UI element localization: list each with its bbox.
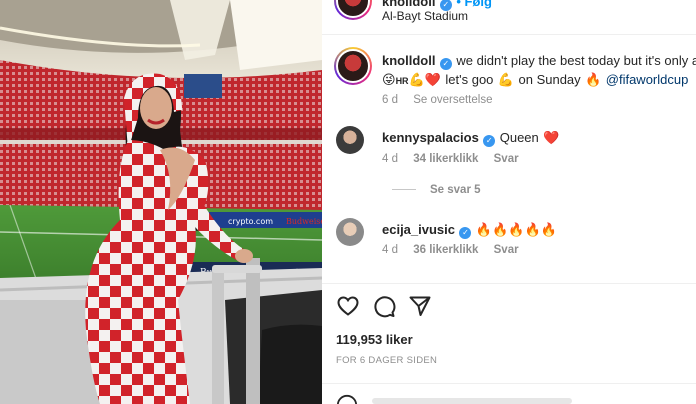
comment-line: kennyspalacios ✓ Queen ❤️ — [382, 129, 559, 147]
fire-emoji-icon: 🔥🔥🔥🔥🔥 — [475, 223, 557, 238]
comment-age: 4 d — [382, 153, 398, 165]
header-username[interactable]: knolldoll — [382, 0, 435, 9]
caption-line-2: 😜HR💪❤️ let's goo 💪 on Sunday 🔥 @fifaworl… — [382, 71, 688, 89]
share-icon[interactable] — [408, 294, 432, 318]
follow-button[interactable]: • Følg — [456, 0, 492, 9]
caption-meta: 6 d Se oversettelse — [382, 94, 492, 106]
view-replies-button[interactable]: Se svar 5 — [392, 184, 481, 196]
reply-button[interactable]: Svar — [494, 153, 519, 165]
caption-text: let's goo — [445, 72, 494, 87]
comment-likes[interactable]: 36 likerklikk — [413, 244, 478, 256]
commenter-avatar[interactable] — [336, 126, 364, 154]
mention-link[interactable]: @fifaworldcup — [606, 72, 689, 87]
comment-meta: 4 d 34 likerklikk Svar — [382, 153, 519, 165]
comment-age: 4 d — [382, 244, 398, 256]
comment-input-divider — [322, 383, 696, 384]
heart-emoji-icon: ❤️ — [543, 131, 560, 146]
author-avatar[interactable] — [334, 0, 372, 20]
view-replies-label: Se svar 5 — [430, 184, 481, 196]
comment-meta: 4 d 36 likerklikk Svar — [382, 244, 519, 256]
caption-age: 6 d — [382, 94, 398, 106]
fire-emoji-icon: 🔥 — [585, 73, 602, 88]
comment-likes[interactable]: 34 likerklikk — [413, 153, 478, 165]
actions-divider — [322, 283, 696, 284]
location-link[interactable]: Al-Bayt Stadium — [382, 9, 468, 23]
hr-text: HR — [395, 76, 409, 86]
ad-board-text: Budweiser — [286, 217, 322, 226]
emoji-icon[interactable] — [336, 394, 358, 404]
post-side-panel: knolldoll ✓ • Følg Al-Bayt Stadium knoll… — [322, 0, 696, 404]
verified-icon: ✓ — [459, 227, 472, 239]
wink-emoji-icon: 😜 — [382, 73, 396, 88]
flex-heart-emoji-icon: 💪❤️ — [408, 73, 441, 88]
comment-username[interactable]: kennyspalacios — [382, 130, 479, 145]
caption-avatar[interactable] — [334, 47, 372, 85]
reply-button[interactable]: Svar — [494, 244, 519, 256]
post-date: FOR 6 DAGER SIDEN — [336, 355, 438, 366]
caption-line-1: knolldoll ✓ we didn't play the best toda… — [382, 52, 696, 70]
stadium-photo: crypto.com Budweiser Budweiser crypto — [0, 0, 322, 404]
flex-emoji-icon: 💪 — [497, 73, 515, 88]
comment-input[interactable] — [372, 398, 572, 404]
caption-text: we didn't play the best today but it's o… — [456, 53, 696, 68]
heart-icon[interactable] — [336, 294, 360, 318]
post-photo[interactable]: crypto.com Budweiser Budweiser crypto — [0, 0, 322, 404]
ad-board-text: crypto.com — [228, 217, 273, 226]
translate-link[interactable]: Se oversettelse — [413, 94, 492, 106]
likes-count[interactable]: 119,953 liker — [336, 332, 413, 347]
comment-username[interactable]: ecija_ivusic — [382, 222, 455, 237]
caption-username[interactable]: knolldoll — [382, 53, 435, 68]
header-divider — [322, 34, 696, 35]
comment-text: Queen — [499, 130, 539, 145]
commenter-avatar[interactable] — [336, 218, 364, 246]
reply-divider — [392, 189, 416, 191]
verified-icon: ✓ — [483, 135, 496, 147]
comment-icon[interactable] — [372, 294, 396, 318]
verified-icon: ✓ — [439, 58, 452, 70]
caption-text: on Sunday — [518, 72, 581, 87]
comment-line: ecija_ivusic ✓ 🔥🔥🔥🔥🔥 — [382, 221, 557, 239]
